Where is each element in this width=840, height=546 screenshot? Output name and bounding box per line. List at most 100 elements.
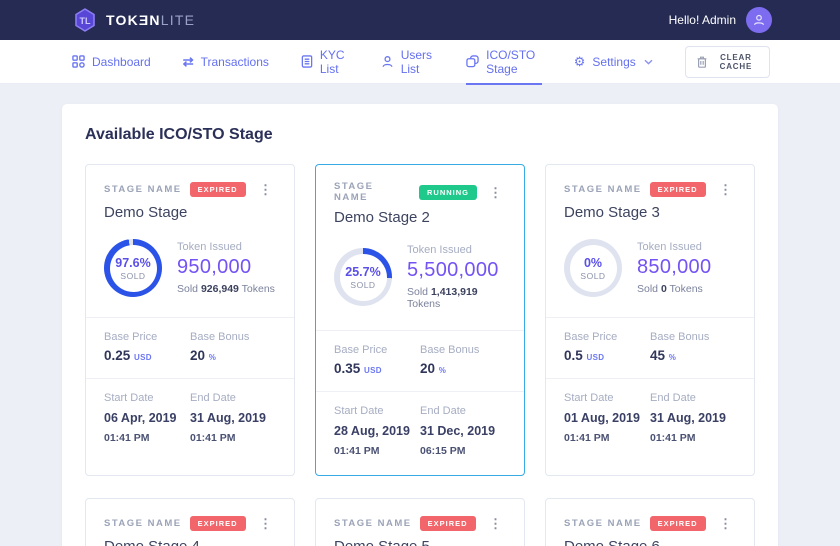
nav-label: ICO/STO Stage	[486, 48, 542, 76]
token-issued-label: Token Issued	[177, 241, 275, 253]
price-bonus-row: Base Price 0.25 USD Base Bonus 20 %	[86, 317, 294, 378]
token-issued-value: 950,000	[177, 256, 275, 279]
base-bonus-label: Base Bonus	[650, 331, 728, 343]
tokenlite-logo-icon: TL	[72, 7, 98, 33]
sold-percentage: 97.6%	[115, 256, 150, 270]
stage-card[interactable]: STAGE NAME EXPIRED ⋮ Demo Stage 97.6% SO…	[85, 164, 295, 476]
kebab-menu-icon[interactable]: ⋮	[255, 181, 276, 198]
progress-ring: 0% SOLD	[564, 239, 622, 297]
kebab-menu-icon[interactable]: ⋮	[255, 515, 276, 532]
stage-name-label: STAGE NAME	[334, 518, 412, 529]
dates-row: Start Date 28 Aug, 2019 01:41 PM End Dat…	[316, 391, 524, 475]
start-date-label: Start Date	[334, 405, 412, 417]
nav-item-settings[interactable]: ⚙ Settings	[574, 40, 653, 84]
progress-ring: 97.6% SOLD	[104, 239, 162, 297]
kebab-menu-icon[interactable]: ⋮	[715, 515, 736, 532]
end-date-label: End Date	[190, 392, 268, 404]
dates-row: Start Date 01 Aug, 2019 01:41 PM End Dat…	[546, 378, 754, 462]
nav-item-users-list[interactable]: Users List	[381, 40, 434, 84]
status-badge: EXPIRED	[190, 182, 246, 197]
sold-tokens-value: 1,413,919	[431, 286, 478, 298]
main-nav: Dashboard ⇄ Transactions KYC List Users …	[0, 40, 840, 84]
chevron-down-icon	[644, 57, 653, 67]
card-header: STAGE NAME EXPIRED ⋮ Demo Stage 5	[316, 499, 524, 546]
sold-percentage: 0%	[584, 256, 602, 270]
stage-title: Demo Stage 4	[104, 538, 276, 546]
kyc-list-icon	[301, 55, 313, 68]
status-badge: EXPIRED	[650, 516, 706, 531]
end-date-value: 31 Aug, 2019 01:41 PM	[650, 409, 728, 447]
kebab-menu-icon[interactable]: ⋮	[485, 184, 506, 201]
stage-name-label: STAGE NAME	[564, 184, 642, 195]
start-date-label: Start Date	[564, 392, 642, 404]
clear-cache-button[interactable]: CLEAR CACHE	[685, 46, 770, 78]
app-logo[interactable]: TL TOKƎNLITE	[72, 7, 195, 33]
cards-grid: STAGE NAME EXPIRED ⋮ Demo Stage 97.6% SO…	[85, 164, 755, 546]
nav-label: Settings	[592, 55, 635, 69]
stage-name-label: STAGE NAME	[334, 181, 411, 203]
nav-item-dashboard[interactable]: Dashboard	[72, 40, 151, 84]
nav-label: Transactions	[201, 55, 269, 69]
stage-card[interactable]: STAGE NAME EXPIRED ⋮ Demo Stage 4 0% SOL…	[85, 498, 295, 546]
nav-item-ico-sto-stage[interactable]: ICO/STO Stage	[466, 40, 542, 84]
base-price-label: Base Price	[564, 331, 642, 343]
sold-tokens-line: Sold 1,413,919 Tokens	[407, 286, 506, 310]
token-issued-value: 850,000	[637, 256, 711, 279]
price-bonus-row: Base Price 0.35 USD Base Bonus 20 %	[316, 330, 524, 391]
base-bonus-value: 45 %	[650, 348, 728, 363]
sold-percentage: 25.7%	[345, 265, 380, 279]
token-section: 97.6% SOLD Token Issued 950,000 Sold 926…	[86, 235, 294, 317]
page-title: Available ICO/STO Stage	[85, 126, 755, 144]
stage-name-label: STAGE NAME	[104, 184, 182, 195]
token-issued-label: Token Issued	[407, 244, 506, 256]
sold-label: SOLD	[580, 271, 605, 281]
dashboard-icon	[72, 55, 85, 68]
base-bonus-label: Base Bonus	[420, 344, 498, 356]
dates-row: Start Date 06 Apr, 2019 01:41 PM End Dat…	[86, 378, 294, 462]
stage-title: Demo Stage	[104, 204, 276, 221]
trash-icon	[697, 56, 707, 68]
base-bonus-value: 20 %	[420, 361, 498, 376]
stage-card[interactable]: STAGE NAME EXPIRED ⋮ Demo Stage 3 0% SOL…	[545, 164, 755, 476]
nav-label: Dashboard	[92, 55, 151, 69]
end-date-value: 31 Aug, 2019 01:41 PM	[190, 409, 268, 447]
price-bonus-row: Base Price 0.5 USD Base Bonus 45 %	[546, 317, 754, 378]
stage-title: Demo Stage 2	[334, 209, 506, 226]
sold-label: SOLD	[350, 280, 375, 290]
nav-item-transactions[interactable]: ⇄ Transactions	[183, 40, 269, 84]
stage-card[interactable]: STAGE NAME EXPIRED ⋮ Demo Stage 5 0% SOL…	[315, 498, 525, 546]
base-bonus-value: 20 %	[190, 348, 268, 363]
users-list-icon	[381, 55, 394, 68]
stage-name-label: STAGE NAME	[104, 518, 182, 529]
stage-card[interactable]: STAGE NAME RUNNING ⋮ Demo Stage 2 25.7% …	[315, 164, 525, 476]
kebab-menu-icon[interactable]: ⋮	[715, 181, 736, 198]
base-price-value: 0.35 USD	[334, 361, 412, 376]
kebab-menu-icon[interactable]: ⋮	[485, 515, 506, 532]
token-issued-value: 5,500,000	[407, 259, 506, 282]
clear-cache-label: CLEAR CACHE	[714, 53, 758, 71]
stage-title: Demo Stage 3	[564, 204, 736, 221]
stage-card[interactable]: STAGE NAME EXPIRED ⋮ Demo Stage 6 0% SOL…	[545, 498, 755, 546]
base-price-value: 0.5 USD	[564, 348, 642, 363]
start-date-value: 01 Aug, 2019 01:41 PM	[564, 409, 642, 447]
user-avatar[interactable]	[746, 7, 772, 33]
nav-item-kyc-list[interactable]: KYC List	[301, 40, 349, 84]
svg-text:TL: TL	[80, 16, 91, 26]
end-date-label: End Date	[420, 405, 498, 417]
card-header: STAGE NAME EXPIRED ⋮ Demo Stage	[86, 165, 294, 235]
sold-tokens-value: 926,949	[201, 283, 239, 295]
sold-tokens-line: Sold 926,949 Tokens	[177, 283, 275, 295]
progress-ring: 25.7% SOLD	[334, 248, 392, 306]
nav-label: Users List	[401, 48, 434, 76]
user-greeting: Hello! Admin	[669, 13, 736, 27]
end-date-label: End Date	[650, 392, 728, 404]
top-header: TL TOKƎNLITE Hello! Admin	[0, 0, 840, 40]
card-header: STAGE NAME EXPIRED ⋮ Demo Stage 6	[546, 499, 754, 546]
user-icon	[752, 13, 766, 27]
base-price-value: 0.25 USD	[104, 348, 182, 363]
nav-label: KYC List	[320, 48, 349, 76]
stage-title: Demo Stage 5	[334, 538, 506, 546]
card-header: STAGE NAME RUNNING ⋮ Demo Stage 2	[316, 165, 524, 240]
start-date-value: 06 Apr, 2019 01:41 PM	[104, 409, 182, 447]
token-section: 25.7% SOLD Token Issued 5,500,000 Sold 1…	[316, 240, 524, 330]
